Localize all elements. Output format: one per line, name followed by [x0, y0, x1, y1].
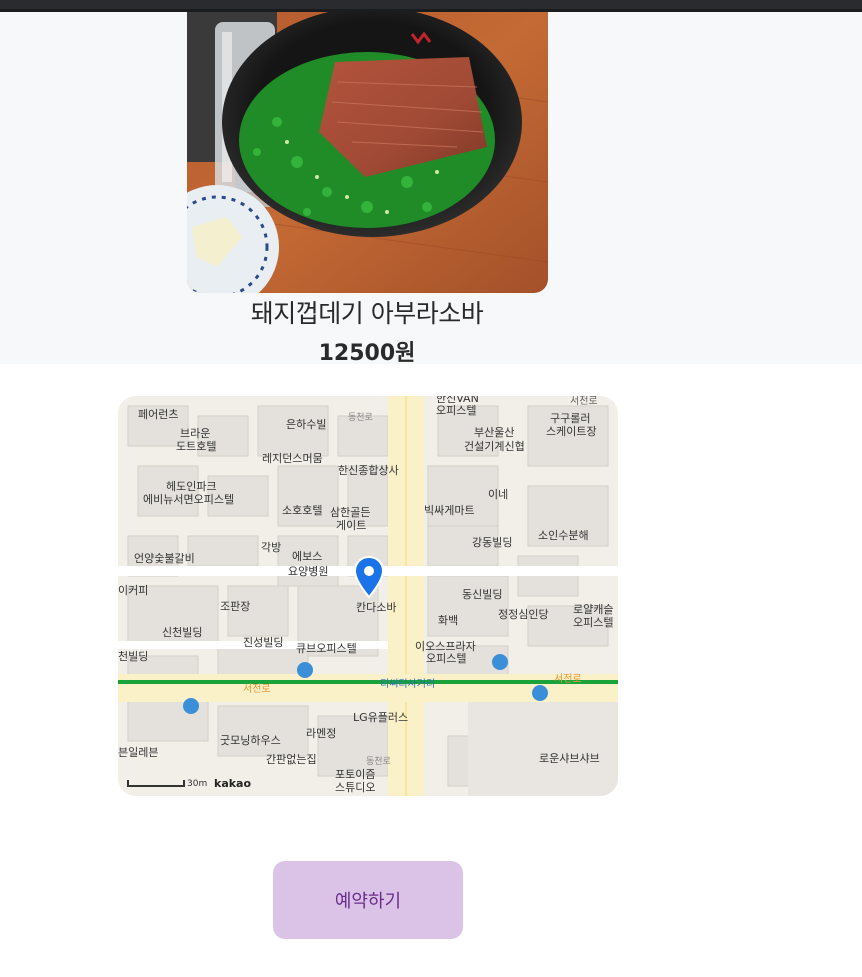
- poi-ikeopi: 이커피: [118, 584, 148, 597]
- poi-dongshin: 동신빌딩: [462, 588, 502, 601]
- poi-loyal1: 로얄캐슬: [573, 602, 613, 616]
- poi-perolants: 페어런츠: [138, 408, 178, 421]
- poi-ine: 이네: [488, 488, 508, 501]
- menu-hero: 돼지껍데기 아부라소바 12500원: [0, 12, 862, 366]
- scale-label: 30m: [187, 779, 207, 789]
- poi-ebinew: 에비뉴서면오피스텔: [143, 493, 234, 506]
- poi-sincheon: 신천빌딩: [162, 625, 202, 639]
- poi-cube: 큐브오피스텔: [296, 642, 357, 655]
- poi-hanshin-sangga: 한신종합상사: [338, 464, 399, 477]
- road-label-dongcheon: 동천로: [348, 412, 373, 423]
- poi-gangdong: 강동빌딩: [472, 536, 512, 549]
- poi-portoi1: 포토이즘: [335, 768, 375, 781]
- poi-gate: 게이트: [336, 519, 366, 532]
- poi-jeongjeong: 정정심인당: [498, 608, 549, 621]
- poi-lg: LG유플러스: [353, 711, 408, 724]
- poi-brown: 브라운: [180, 427, 210, 440]
- poi-gakbang: 각방: [261, 541, 281, 554]
- road-label-seocheon: 서천로: [570, 396, 598, 407]
- road-label-seojeon-east: 서전로: [554, 673, 582, 685]
- poi-cheonbil: 천빌딩: [118, 649, 148, 663]
- poi-kantada: 칸다소바: [356, 601, 396, 614]
- poi-hyedo: 헤도인파크: [166, 480, 217, 493]
- poi-loyal2: 오피스텔: [573, 616, 613, 629]
- poi-eboss: 에보스: [292, 550, 322, 563]
- road-label-seojeon: 서전로: [243, 683, 271, 695]
- menu-name: 돼지껍데기 아부라소바: [250, 299, 484, 328]
- poi-eonyang: 언양숯불갈비: [134, 551, 195, 565]
- poi-guguroller: 구구롤러: [550, 412, 590, 425]
- menu-price: 12500원: [318, 341, 416, 366]
- poi-portoi2: 스튜디오: [335, 781, 375, 794]
- top-bar: [0, 0, 862, 12]
- reserve-button[interactable]: 예약하기: [273, 861, 463, 939]
- road-label-dongcheon-south: 동천로: [366, 756, 391, 767]
- poi-rowoon: 로운샤브샤브: [539, 752, 600, 765]
- poi-io2: 오피스텔: [426, 652, 466, 665]
- poi-seveneleven: 븐일레븐: [118, 745, 158, 759]
- poi-soinsu: 소인수분해: [538, 528, 589, 542]
- intersection-label: 티씨티사거리: [380, 678, 435, 690]
- poi-jinseong: 진성빌딩: [243, 636, 283, 649]
- poi-officetel: 오피스텔: [436, 404, 476, 417]
- kakao-logo: kakao: [214, 777, 251, 790]
- poi-geonseol: 건설기계신협: [464, 440, 525, 453]
- poi-ganpan: 간판없는집: [266, 753, 317, 766]
- poi-busanulsan: 부산울산: [474, 426, 514, 439]
- poi-dotohotel: 도트호텔: [176, 440, 216, 453]
- poi-samhan: 삼한골든: [330, 506, 370, 519]
- location-map[interactable]: 서전로 티씨티사거리 서전로 서천로 동천로 동천로 페어런츠 한신VAN 오피…: [118, 396, 618, 796]
- poi-yoyang: 요양병원: [288, 565, 328, 578]
- poi-goodmorning: 굿모닝하우스: [220, 733, 281, 747]
- poi-ramen: 라멘정: [306, 727, 336, 740]
- poi-hwabaek: 화백: [438, 614, 458, 627]
- poi-sohohotel: 소호호텔: [282, 504, 322, 517]
- poi-bikssamart: 빅싸게마트: [424, 504, 475, 517]
- poi-eunhasubil: 은하수빌: [286, 417, 326, 431]
- poi-regidence: 레지던스머뭄: [262, 452, 323, 465]
- poi-jopanjang: 조판장: [220, 600, 250, 613]
- menu-photo: [187, 12, 548, 293]
- poi-skatejang: 스케이트장: [546, 425, 597, 438]
